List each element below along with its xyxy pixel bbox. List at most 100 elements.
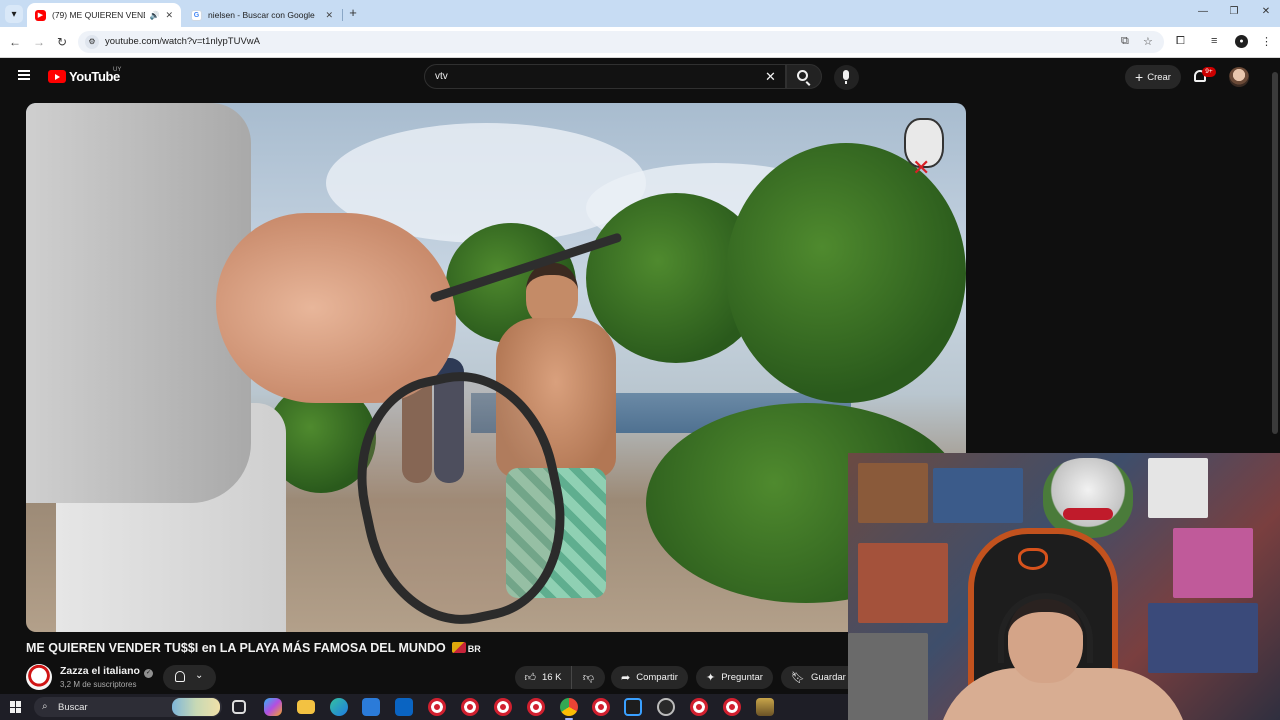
webcam-wall-poster <box>858 463 928 523</box>
page-scrollbar-thumb[interactable] <box>1272 72 1278 434</box>
file-explorer-icon[interactable] <box>297 700 315 714</box>
close-window-icon[interactable]: ✕ <box>1259 6 1273 17</box>
copilot-icon[interactable] <box>264 698 282 716</box>
obs-icon[interactable] <box>657 698 675 716</box>
tab-google[interactable]: G nielsen - Buscar con Google ✕ <box>183 3 341 27</box>
speaker-icon[interactable]: 🔊 <box>149 11 159 20</box>
youtube-logo[interactable]: YouTube <box>48 69 120 84</box>
bell-icon <box>175 671 185 682</box>
video-title: ME QUIEREN VENDER TU$$I en LA PLAYA MÁS … <box>26 641 481 655</box>
verified-check-icon: ✓ <box>143 669 153 678</box>
windows-taskbar: ⌕ Buscar <box>0 694 848 720</box>
opera-gx-icon[interactable] <box>428 698 446 716</box>
create-button[interactable]: + Crear <box>1125 65 1181 89</box>
opera-active-icon[interactable] <box>723 698 741 716</box>
brazil-flag-icon <box>451 642 466 653</box>
youtube-favicon-icon: ▶ <box>35 9 46 21</box>
browser-toolbar: ← → ↻ ⚙ youtube.com/watch?v=t1nlypTUVwA … <box>0 27 1280 58</box>
url-text[interactable]: youtube.com/watch?v=t1nlypTUVwA <box>105 36 260 47</box>
flag-code: BR <box>467 644 481 654</box>
edge-icon[interactable] <box>330 698 348 716</box>
opera-icon[interactable] <box>592 698 610 716</box>
subscribed-notifications-button[interactable]: ⌄ <box>163 665 216 690</box>
ask-label: Preguntar <box>721 672 763 683</box>
like-count: 16 K <box>541 672 562 683</box>
cast-icon[interactable]: ⧉ <box>1121 35 1129 48</box>
profile-icon[interactable]: ● <box>1235 35 1248 48</box>
windows-start-icon[interactable] <box>10 701 22 713</box>
watermark-x-mark: ✕ <box>912 155 931 180</box>
save-button[interactable]: 🔖︎ Guardar <box>781 666 856 689</box>
webcam-joker-poster <box>1043 458 1133 538</box>
webcam-wall-poster <box>1148 603 1258 673</box>
youtube-play-icon <box>48 70 66 83</box>
tab-youtube[interactable]: ▶ (79) ME QUIEREN VENDER TU$$I 🔊 ✕ <box>27 3 181 27</box>
vscode-icon[interactable] <box>624 698 642 716</box>
subscriber-count: 3,2 M de suscriptores <box>60 680 137 689</box>
notifications-badge: 9+ <box>1202 67 1216 77</box>
microsoft-store-icon[interactable] <box>362 698 380 716</box>
video-player[interactable]: ✕ <box>26 103 966 632</box>
webcam-wall-poster <box>1173 528 1253 598</box>
taskbar-search-label: Buscar <box>58 702 88 713</box>
video-scene-foliage <box>726 143 966 403</box>
voice-search-button[interactable] <box>834 65 859 90</box>
share-button[interactable]: ➦ Compartir <box>611 666 688 689</box>
account-avatar[interactable] <box>1229 67 1249 87</box>
clear-search-icon[interactable]: ✕ <box>765 69 776 85</box>
ask-button[interactable]: ✦ Preguntar <box>696 666 773 689</box>
video-scene-man-head <box>526 263 578 325</box>
tab-title: (79) ME QUIEREN VENDER TU$$I <box>52 10 145 20</box>
menu-kebab-icon[interactable]: ⋮ <box>1261 35 1272 48</box>
channel-name-text: Zazza el italiano <box>60 665 140 677</box>
minimize-icon[interactable]: — <box>1196 6 1210 17</box>
sparkle-icon: ✦ <box>706 672 716 684</box>
opera-icon[interactable] <box>494 698 512 716</box>
restore-icon[interactable]: ❐ <box>1227 6 1241 17</box>
microphone-icon <box>843 70 849 84</box>
league-of-legends-icon[interactable] <box>756 698 774 716</box>
dislike-button[interactable]: 👎︎ <box>572 666 605 689</box>
webcam-wall-poster <box>1148 458 1208 518</box>
share-label: Compartir <box>636 672 678 683</box>
opera-icon[interactable] <box>527 698 545 716</box>
hamburger-menu-icon[interactable] <box>18 70 30 80</box>
site-info-icon[interactable]: ⚙ <box>85 35 99 49</box>
close-tab-icon[interactable]: ✕ <box>325 10 333 21</box>
back-arrow-icon[interactable]: ← <box>8 35 22 49</box>
forward-arrow-icon[interactable]: → <box>32 35 46 49</box>
opera-icon[interactable] <box>461 698 479 716</box>
google-favicon-icon: G <box>191 9 202 21</box>
thumbs-up-icon: 👍︎ <box>524 672 536 684</box>
search-highlight-image <box>172 698 220 716</box>
channel-avatar[interactable] <box>26 664 52 690</box>
close-tab-icon[interactable]: ✕ <box>165 10 173 21</box>
extensions-icon[interactable]: ⧠ <box>1176 35 1185 48</box>
search-button[interactable] <box>786 64 822 89</box>
taskbar-search-box[interactable]: ⌕ Buscar <box>34 697 222 717</box>
youtube-masthead: YouTube UY vtv ✕ + Crear 9+ <box>0 58 1270 98</box>
tab-divider <box>342 9 343 21</box>
opera-icon[interactable] <box>690 698 708 716</box>
webcam-wall-poster <box>933 468 1023 523</box>
media-controls-icon[interactable]: ≡ <box>1211 35 1217 47</box>
channel-name[interactable]: Zazza el italiano ✓ <box>60 665 153 678</box>
video-title-text: ME QUIEREN VENDER TU$$I en LA PLAYA MÁS … <box>26 641 446 655</box>
bookmark-star-icon[interactable]: ☆ <box>1143 35 1153 48</box>
chrome-icon[interactable] <box>560 698 578 720</box>
search-icon: ⌕ <box>42 701 48 712</box>
address-bar[interactable]: ⚙ youtube.com/watch?v=t1nlypTUVwA ⧉ ☆ <box>78 31 1164 53</box>
outlook-icon[interactable] <box>395 698 413 716</box>
plus-icon: + <box>1135 69 1144 85</box>
reload-icon[interactable]: ↻ <box>55 35 69 49</box>
browser-tab-strip: ▾ ▶ (79) ME QUIEREN VENDER TU$$I 🔊 ✕ G n… <box>0 0 1280 27</box>
webcam-chair-logo <box>1018 548 1048 570</box>
search-input[interactable]: vtv ✕ <box>424 64 786 89</box>
tab-search-button[interactable]: ▾ <box>5 5 23 23</box>
like-button[interactable]: 👍︎ 16 K <box>515 666 572 689</box>
streamer-webcam-overlay <box>848 453 1280 720</box>
new-tab-button[interactable]: + <box>346 6 360 20</box>
search-query: vtv <box>435 71 448 82</box>
chevron-down-icon: ⌄ <box>195 670 204 681</box>
task-view-icon[interactable] <box>232 700 246 714</box>
